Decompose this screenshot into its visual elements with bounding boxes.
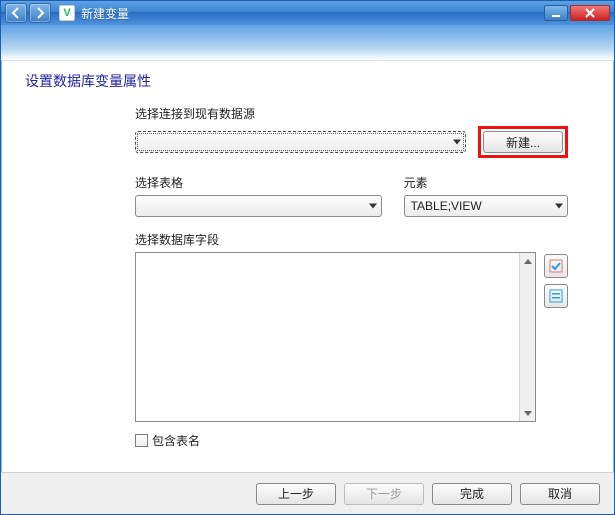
- window-frame: V 新建变量 设置数据库变量属性 选择连接到现有数据源 新建: [0, 0, 615, 515]
- minimize-icon: [551, 8, 561, 18]
- cancel-button[interactable]: 取消: [520, 483, 600, 505]
- finish-button-label: 完成: [460, 485, 484, 502]
- include-tablename-label: 包含表名: [152, 432, 200, 449]
- include-tablename-checkbox[interactable]: [135, 434, 148, 447]
- table-col: 选择表格: [135, 174, 382, 217]
- field-listbox[interactable]: [135, 252, 536, 422]
- app-icon: V: [59, 5, 75, 21]
- header-gradient: [1, 25, 614, 61]
- deselect-all-button[interactable]: [544, 284, 568, 308]
- triangle-up-icon: [524, 259, 532, 264]
- scroll-up-button[interactable]: [520, 253, 535, 269]
- nav-back-button[interactable]: [5, 3, 27, 23]
- include-tablename-row: 包含表名: [135, 432, 568, 449]
- system-buttons: [544, 5, 610, 21]
- nav-forward-button[interactable]: [29, 3, 51, 23]
- datasource-label: 选择连接到现有数据源: [135, 105, 568, 122]
- scroll-down-button[interactable]: [520, 405, 535, 421]
- field-side-buttons: [544, 252, 568, 422]
- minimize-button[interactable]: [544, 5, 568, 21]
- footer-bar: 上一步 下一步 完成 取消: [1, 472, 614, 514]
- element-value: TABLE;VIEW: [405, 199, 482, 213]
- list-icon: [549, 289, 563, 303]
- element-label: 元素: [404, 174, 568, 191]
- back-button-label: 上一步: [278, 485, 314, 502]
- element-combo[interactable]: TABLE;VIEW: [404, 195, 568, 217]
- element-col: 元素 TABLE;VIEW: [404, 174, 568, 217]
- arrow-left-icon: [10, 7, 22, 19]
- datasource-row: 新建...: [135, 126, 568, 158]
- close-button[interactable]: [570, 5, 610, 21]
- triangle-down-icon: [524, 411, 532, 416]
- field-row: [135, 252, 568, 422]
- next-button[interactable]: 下一步: [344, 483, 424, 505]
- field-label: 选择数据库字段: [135, 231, 568, 248]
- chevron-down-icon: [555, 204, 563, 209]
- back-button[interactable]: 上一步: [256, 483, 336, 505]
- finish-button[interactable]: 完成: [432, 483, 512, 505]
- content-area: 设置数据库变量属性 选择连接到现有数据源 新建... 选择表格: [1, 61, 614, 472]
- new-button-label: 新建...: [506, 134, 540, 151]
- title-bar: V 新建变量: [1, 1, 614, 25]
- listbox-scrollbar[interactable]: [519, 253, 535, 421]
- cancel-button-label: 取消: [548, 485, 572, 502]
- chevron-down-icon: [453, 140, 461, 145]
- table-element-row: 选择表格 元素 TABLE;VIEW: [135, 174, 568, 217]
- page-heading: 设置数据库变量属性: [25, 71, 598, 91]
- chevron-down-icon: [369, 204, 377, 209]
- new-button[interactable]: 新建...: [483, 131, 563, 153]
- window-title: 新建变量: [81, 5, 544, 22]
- close-icon: [585, 8, 595, 18]
- check-list-icon: [549, 259, 563, 273]
- next-button-label: 下一步: [366, 485, 402, 502]
- arrow-right-icon: [34, 7, 46, 19]
- table-combo[interactable]: [135, 195, 382, 217]
- select-all-button[interactable]: [544, 254, 568, 278]
- table-label: 选择表格: [135, 174, 382, 191]
- datasource-combo[interactable]: [135, 131, 466, 153]
- highlight-box: 新建...: [478, 126, 568, 158]
- form-area: 选择连接到现有数据源 新建... 选择表格: [25, 105, 598, 449]
